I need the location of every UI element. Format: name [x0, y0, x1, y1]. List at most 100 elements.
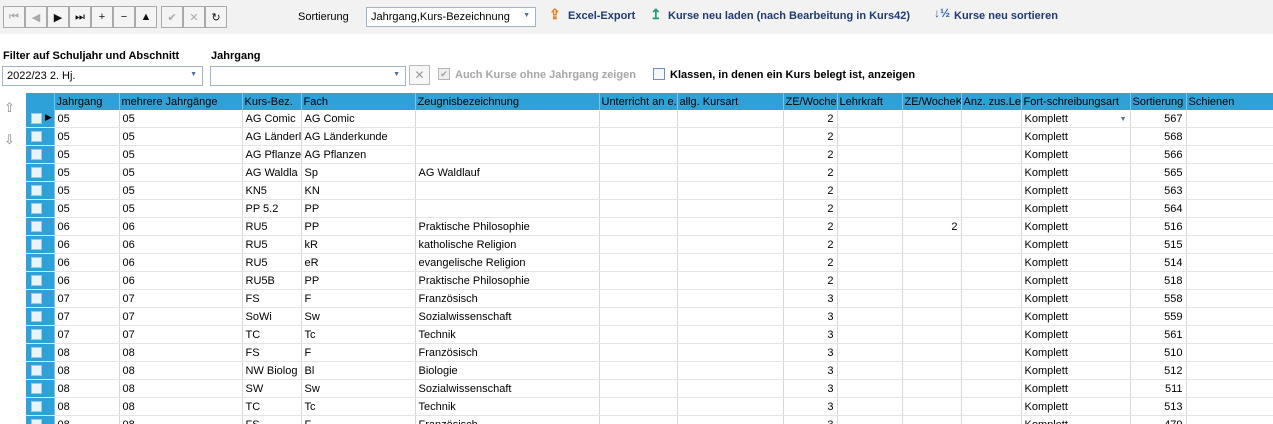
table-cell[interactable]: evangelische Religion: [415, 253, 600, 272]
table-cell[interactable]: [902, 343, 962, 362]
table-cell[interactable]: 05: [54, 127, 120, 146]
row-selector[interactable]: [26, 199, 55, 218]
table-cell[interactable]: [961, 181, 1022, 200]
table-cell[interactable]: [1186, 415, 1273, 424]
table-cell[interactable]: RU5: [242, 253, 302, 272]
table-cell[interactable]: 511: [1130, 379, 1187, 398]
column-header[interactable]: ZE/WocheK: [902, 93, 962, 110]
row-checkbox[interactable]: [31, 401, 42, 412]
row-checkbox[interactable]: [31, 131, 42, 142]
table-cell[interactable]: 565: [1130, 163, 1187, 182]
table-cell[interactable]: [677, 110, 784, 128]
table-cell[interactable]: 479: [1130, 415, 1187, 424]
table-cell[interactable]: AG Comic: [301, 110, 416, 128]
table-row[interactable]: 08 08 FS F Französisch 3 Komplett 479: [26, 415, 1273, 424]
table-cell[interactable]: 06: [119, 253, 243, 272]
row-selector[interactable]: [26, 235, 55, 254]
table-cell[interactable]: 510: [1130, 343, 1187, 362]
table-cell[interactable]: Komplett: [1021, 145, 1131, 164]
row-selector[interactable]: [26, 325, 55, 344]
table-cell[interactable]: 06: [54, 217, 120, 236]
table-row[interactable]: 06 06 RU5 kR katholische Religion 2 Komplett 51…: [26, 235, 1273, 254]
table-cell[interactable]: Sozialwissenschaft: [415, 307, 600, 326]
table-cell[interactable]: [837, 145, 903, 164]
table-cell[interactable]: [1186, 379, 1273, 398]
table-cell[interactable]: AG Länderl: [242, 127, 302, 146]
table-cell[interactable]: AG Länderkunde: [301, 127, 416, 146]
row-checkbox[interactable]: [31, 329, 42, 340]
table-cell[interactable]: RU5: [242, 217, 302, 236]
table-cell[interactable]: 3: [783, 325, 838, 344]
table-cell[interactable]: [837, 199, 903, 218]
table-cell[interactable]: 2: [783, 271, 838, 290]
table-cell[interactable]: [961, 110, 1022, 128]
table-cell[interactable]: [677, 235, 784, 254]
table-cell[interactable]: [1186, 127, 1273, 146]
row-checkbox[interactable]: [31, 311, 42, 322]
table-cell[interactable]: 08: [119, 415, 243, 424]
table-cell[interactable]: [677, 379, 784, 398]
table-cell[interactable]: SoWi: [242, 307, 302, 326]
table-cell[interactable]: [902, 253, 962, 272]
table-cell[interactable]: 05: [119, 199, 243, 218]
table-cell[interactable]: F: [301, 289, 416, 308]
table-cell[interactable]: [1186, 289, 1273, 308]
table-cell[interactable]: [902, 289, 962, 308]
table-cell[interactable]: FS: [242, 343, 302, 362]
table-cell[interactable]: TC: [242, 325, 302, 344]
table-cell[interactable]: [837, 325, 903, 344]
table-cell[interactable]: 2: [783, 235, 838, 254]
table-cell[interactable]: 06: [119, 271, 243, 290]
column-header[interactable]: Jahrgang: [54, 93, 120, 110]
row-selector[interactable]: [26, 271, 55, 290]
table-cell[interactable]: Komplett: [1021, 199, 1131, 218]
table-cell[interactable]: [677, 181, 784, 200]
table-cell[interactable]: 559: [1130, 307, 1187, 326]
table-cell[interactable]: Komplett ▼: [1021, 110, 1131, 128]
row-checkbox[interactable]: [31, 347, 42, 358]
table-cell[interactable]: [961, 289, 1022, 308]
table-cell[interactable]: 05: [54, 110, 120, 128]
delete-record-button[interactable]: −: [113, 6, 135, 28]
table-cell[interactable]: [677, 307, 784, 326]
reload-courses-button[interactable]: Kurse neu laden (nach Bearbeitung in Kur…: [668, 10, 910, 22]
row-checkbox[interactable]: [31, 383, 42, 394]
table-cell[interactable]: [961, 199, 1022, 218]
table-cell[interactable]: [677, 415, 784, 424]
table-cell[interactable]: [677, 217, 784, 236]
table-cell[interactable]: 2: [783, 253, 838, 272]
table-cell[interactable]: Biologie: [415, 361, 600, 380]
table-cell[interactable]: 568: [1130, 127, 1187, 146]
table-cell[interactable]: 06: [54, 271, 120, 290]
table-cell[interactable]: 07: [54, 307, 120, 326]
table-cell[interactable]: [837, 181, 903, 200]
table-cell[interactable]: [599, 289, 678, 308]
table-cell[interactable]: [837, 271, 903, 290]
table-cell[interactable]: 05: [119, 163, 243, 182]
table-cell[interactable]: [599, 217, 678, 236]
table-row[interactable]: 05 05 AG Pflanze AG Pflanzen 2 Komplett 566: [26, 145, 1273, 164]
table-cell[interactable]: 3: [783, 307, 838, 326]
table-cell[interactable]: [415, 127, 600, 146]
table-cell[interactable]: 2: [783, 127, 838, 146]
table-cell[interactable]: [961, 307, 1022, 326]
table-cell[interactable]: [837, 217, 903, 236]
table-cell[interactable]: 08: [119, 361, 243, 380]
table-cell[interactable]: 05: [119, 127, 243, 146]
table-cell[interactable]: 518: [1130, 271, 1187, 290]
column-header[interactable]: Zeugnisbezeichnung: [415, 93, 600, 110]
table-cell[interactable]: 05: [119, 110, 243, 128]
table-row[interactable]: 08 08 NW Biolog Bl Biologie 3 Komplett 512: [26, 361, 1273, 380]
table-cell[interactable]: [1186, 271, 1273, 290]
add-record-button[interactable]: +: [91, 6, 113, 28]
column-header[interactable]: Lehrkraft: [837, 93, 903, 110]
column-header[interactable]: ZE/Woche: [783, 93, 838, 110]
row-checkbox[interactable]: [31, 221, 42, 232]
table-cell[interactable]: [961, 361, 1022, 380]
table-cell[interactable]: 05: [119, 181, 243, 200]
table-cell[interactable]: 07: [119, 307, 243, 326]
table-cell[interactable]: 513: [1130, 397, 1187, 416]
table-cell[interactable]: Komplett: [1021, 397, 1131, 416]
table-cell[interactable]: [677, 253, 784, 272]
table-cell[interactable]: Technik: [415, 325, 600, 344]
